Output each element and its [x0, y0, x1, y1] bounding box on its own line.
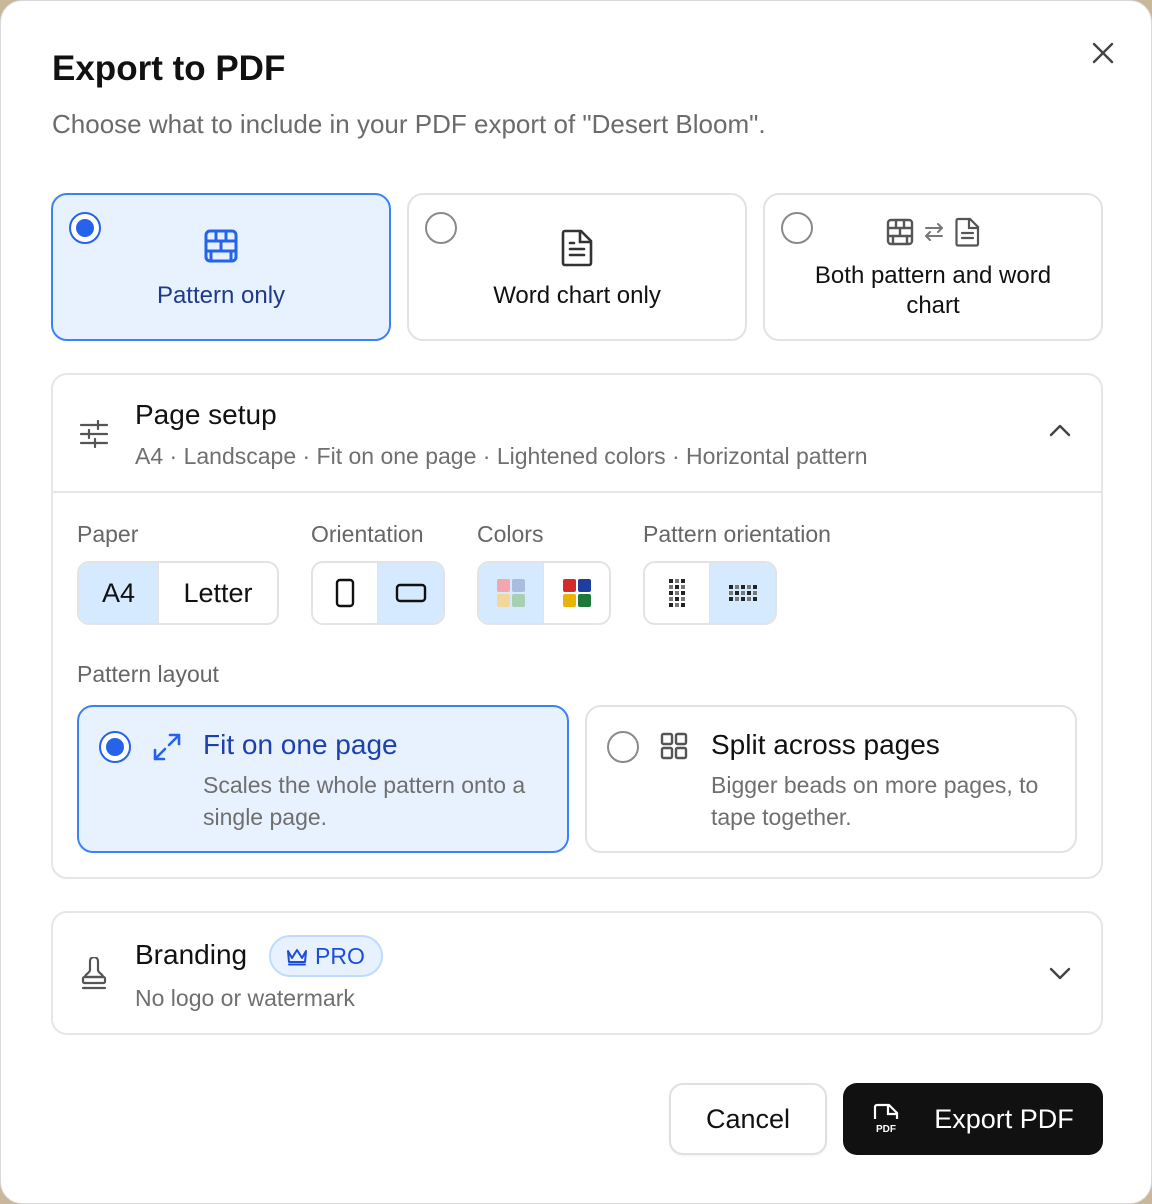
horizontal-pattern-button[interactable]	[710, 563, 775, 623]
chevron-up-icon	[1049, 424, 1071, 437]
section-title: Branding	[135, 939, 248, 970]
landscape-button[interactable]	[378, 563, 443, 623]
horizontal-pattern-icon	[728, 585, 757, 601]
pdf-file-icon: PDF	[874, 1103, 899, 1135]
layout-fit-one-page[interactable]: Fit on one page Scales the whole pattern…	[77, 705, 569, 853]
paper-a4-button[interactable]: A4	[79, 563, 159, 623]
portrait-icon	[335, 578, 355, 608]
close-button[interactable]	[1083, 33, 1123, 73]
radio-fit-one-page[interactable]	[99, 731, 131, 763]
cancel-button[interactable]: Cancel	[669, 1083, 827, 1155]
expand-button[interactable]	[1049, 967, 1071, 986]
landscape-icon	[395, 583, 426, 603]
branding-section[interactable]: Branding PRO No logo or watermark	[51, 911, 1103, 1035]
layout-split-pages[interactable]: Split across pages Bigger beads on more …	[585, 705, 1077, 853]
orientation-selector	[311, 561, 445, 625]
close-icon	[1092, 42, 1114, 64]
layout-description: Scales the whole pattern onto a single p…	[203, 772, 526, 830]
radio-split-pages[interactable]	[607, 731, 639, 763]
vertical-pattern-icon	[669, 579, 685, 607]
bead-grid-icon	[204, 229, 238, 263]
export-pdf-label: Export PDF	[934, 1103, 1074, 1134]
expand-arrows-icon	[151, 731, 183, 768]
full-colors-button[interactable]	[544, 563, 609, 623]
vertical-pattern-button[interactable]	[645, 563, 710, 623]
pro-badge-label: PRO	[315, 942, 365, 969]
option-label: Word chart only	[493, 282, 661, 309]
layout-description: Bigger beads on more pages, to tape toge…	[711, 772, 1039, 830]
paper-letter-button[interactable]: Letter	[159, 563, 277, 623]
lightened-colors-icon	[497, 579, 525, 607]
divider	[53, 491, 1101, 493]
dialog-title: Export to PDF	[52, 49, 286, 88]
dialog-subtitle: Choose what to include in your PDF expor…	[52, 109, 766, 139]
pattern-orientation-label: Pattern orientation	[643, 521, 831, 547]
grid-four-icon	[659, 731, 689, 766]
page-setup-section: Page setup A4 · Landscape · Fit on one p…	[51, 373, 1103, 879]
option-label: Pattern only	[156, 282, 286, 309]
export-dialog: Export to PDF Choose what to include in …	[0, 0, 1152, 1204]
full-colors-icon	[562, 579, 591, 607]
pattern-orientation-selector	[643, 561, 777, 625]
export-pdf-button[interactable]: PDF Export PDF	[843, 1083, 1103, 1155]
grid-swap-document-icon	[765, 217, 1101, 247]
document-icon	[955, 217, 980, 247]
section-title: Page setup	[135, 399, 277, 430]
option-label: Both pattern and word chart	[814, 262, 1052, 319]
option-both[interactable]: Both pattern and word chart	[763, 193, 1103, 341]
colors-label: Colors	[477, 521, 544, 547]
portrait-button[interactable]	[313, 563, 378, 623]
pattern-layout-label: Pattern layout	[77, 661, 219, 687]
option-word-chart-only[interactable]: Word chart only	[407, 193, 747, 341]
crown-icon	[287, 949, 307, 966]
section-summary: A4 · Landscape · Fit on one page · Light…	[135, 443, 868, 469]
bead-grid-icon	[886, 218, 914, 246]
swap-arrows-icon	[925, 223, 943, 241]
collapse-button[interactable]	[1049, 423, 1071, 442]
document-icon	[561, 229, 593, 267]
layout-title: Split across pages	[711, 729, 940, 760]
paper-selector: A4 Letter	[77, 561, 279, 625]
colors-selector	[477, 561, 611, 625]
option-pattern-only[interactable]: Pattern only	[51, 193, 391, 341]
layout-title: Fit on one page	[203, 729, 398, 760]
orientation-label: Orientation	[311, 521, 424, 547]
section-summary: No logo or watermark	[135, 985, 355, 1011]
sliders-icon	[79, 419, 109, 454]
lightened-colors-button[interactable]	[479, 563, 544, 623]
stamp-icon	[79, 955, 109, 996]
pro-badge: PRO	[269, 935, 383, 977]
pdf-icon-text: PDF	[876, 1124, 896, 1135]
paper-label: Paper	[77, 521, 139, 547]
chevron-down-icon	[1049, 967, 1071, 980]
